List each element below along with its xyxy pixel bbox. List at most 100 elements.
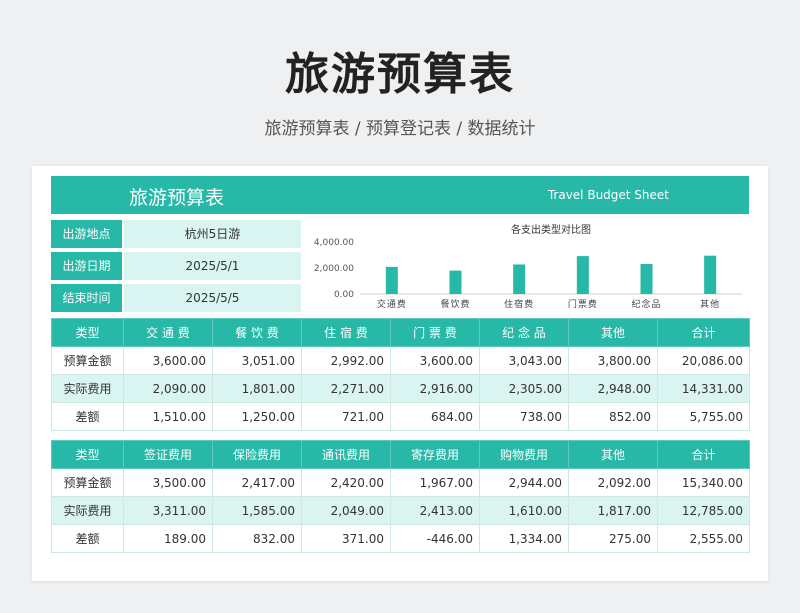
y-tick-label: 2,000.00 [314, 264, 354, 274]
banner-title-en: Travel Budget Sheet [547, 188, 669, 202]
table-cell[interactable]: 2,948.00 [568, 374, 658, 403]
column-header: 住 宿 费 [301, 318, 391, 347]
budget-table-1: 类型交 通 费餐 饮 费住 宿 费门 票 费纪 念 品其他 合计 预算金额 3,600… [51, 318, 750, 431]
chart-bar [385, 266, 398, 294]
column-header: 类型 [51, 440, 124, 469]
table-cell[interactable]: 2,992.00 [301, 346, 391, 375]
budget-table-2: 类型 签证费用 保险费用 通讯费用 寄存费用 购物费用 其他 合计 预算金额 3,500.00 2,… [51, 440, 750, 553]
table-row: 实际费用 2,090.00 1,801.00 2,271.00 2,916.00 2,30… [51, 374, 750, 403]
column-header: 交 通 费 [123, 318, 213, 347]
info-row-end-date: 结束时间 2025/5/5 [51, 284, 301, 312]
x-tick-label: 餐饮费 [440, 298, 470, 310]
info-label: 出游地点 [51, 220, 122, 248]
table-cell[interactable]: 15,340.00 [657, 468, 750, 497]
table-cell[interactable]: 189.00 [123, 524, 213, 553]
chart-bar [513, 264, 526, 294]
chart-bar [449, 270, 462, 294]
table-row: 预算金额 3,600.00 3,051.00 2,992.00 3,600.00 3,04… [51, 346, 750, 375]
info-value[interactable]: 杭州5日游 [124, 220, 301, 248]
row-label: 实际费用 [51, 496, 124, 525]
row-label: 差额 [51, 524, 124, 553]
table-cell[interactable]: 3,600.00 [390, 346, 480, 375]
column-header: 餐 饮 费 [212, 318, 302, 347]
table-cell[interactable]: 3,051.00 [212, 346, 302, 375]
table-cell[interactable]: 2,420.00 [301, 468, 391, 497]
table-cell[interactable]: 3,500.00 [123, 468, 213, 497]
row-label: 预算金额 [51, 346, 124, 375]
column-header: 签证费用 [123, 440, 213, 469]
table-cell[interactable]: 684.00 [390, 402, 480, 431]
page-subtitle: 旅游预算表 / 预算登记表 / 数据统计 [264, 119, 536, 139]
column-header: 其他 [568, 318, 658, 347]
y-tick-label: 0.00 [334, 290, 354, 300]
table-cell[interactable]: 738.00 [479, 402, 569, 431]
table-cell[interactable]: 3,600.00 [123, 346, 213, 375]
chart-bar [576, 256, 589, 294]
table-cell[interactable]: 832.00 [212, 524, 302, 553]
table-cell[interactable]: 2,413.00 [390, 496, 480, 525]
table-cell[interactable]: 721.00 [301, 402, 391, 431]
x-tick-label: 住宿费 [504, 298, 534, 310]
info-value[interactable]: 2025/5/5 [124, 284, 301, 312]
info-label: 出游日期 [51, 252, 122, 280]
column-header: 寄存费用 [390, 440, 480, 469]
table-cell[interactable]: 2,090.00 [123, 374, 213, 403]
y-tick-label: 4,000.00 [314, 238, 354, 248]
info-row-location: 出游地点 杭州5日游 [51, 220, 301, 248]
table-cell[interactable]: 20,086.00 [657, 346, 750, 375]
info-value[interactable]: 2025/5/1 [124, 252, 301, 280]
banner-title: 旅游预算表 [129, 187, 225, 209]
column-header: 门 票 费 [390, 318, 480, 347]
chart-bar [704, 255, 717, 294]
table-cell[interactable]: 3,311.00 [123, 496, 213, 525]
table-header-row: 类型 签证费用 保险费用 通讯费用 寄存费用 购物费用 其他 合计 [51, 440, 750, 469]
chart-title: 各支出类型对比图 [511, 223, 591, 236]
table-cell[interactable]: 371.00 [301, 524, 391, 553]
table-cell[interactable]: 1,967.00 [390, 468, 480, 497]
table-cell[interactable]: 1,510.00 [123, 402, 213, 431]
table-cell[interactable]: 1,610.00 [479, 496, 569, 525]
table-cell[interactable]: 2,417.00 [212, 468, 302, 497]
table-cell[interactable]: 275.00 [568, 524, 658, 553]
column-header: 类型 [51, 318, 124, 347]
table-header-row: 类型交 通 费餐 饮 费住 宿 费门 票 费纪 念 品其他 合计 [51, 318, 750, 347]
column-header: 通讯费用 [301, 440, 391, 469]
x-tick-label: 纪念品 [631, 298, 661, 310]
info-label: 结束时间 [51, 284, 122, 312]
table-cell[interactable]: 2,271.00 [301, 374, 391, 403]
table-cell[interactable]: 2,305.00 [479, 374, 569, 403]
sheet-banner: 旅游预算表 Travel Budget Sheet [51, 176, 749, 214]
table-cell[interactable]: 12,785.00 [657, 496, 750, 525]
column-header: 购物费用 [479, 440, 569, 469]
table-cell[interactable]: 2,092.00 [568, 468, 658, 497]
table-cell[interactable]: 2,944.00 [479, 468, 569, 497]
table-cell[interactable]: 1,817.00 [568, 496, 658, 525]
expense-comparison-chart: 各支出类型对比图 4,000.00 2,000.00 0.00 交通费 餐饮费 住宿费 门票费… [314, 223, 742, 310]
table-row: 差额 1,510.00 1,250.00 721.00 684.00 738.00 852.… [51, 402, 750, 431]
row-label: 差额 [51, 402, 124, 431]
x-tick-label: 门票费 [568, 298, 598, 310]
table-cell[interactable]: 3,043.00 [479, 346, 569, 375]
table-cell[interactable]: 2,049.00 [301, 496, 391, 525]
table-cell[interactable]: 1,334.00 [479, 524, 569, 553]
table-cell[interactable]: 1,585.00 [212, 496, 302, 525]
table-row: 差额 189.00 832.00 371.00 -446.00 1,334.00 275.0… [51, 524, 750, 553]
table-cell[interactable]: -446.00 [390, 524, 480, 553]
column-header: 合计 [657, 440, 750, 469]
table-cell[interactable]: 852.00 [568, 402, 658, 431]
table-cell[interactable]: 14,331.00 [657, 374, 750, 403]
table-cell[interactable]: 2,555.00 [657, 524, 750, 553]
column-header: 其他 [568, 440, 658, 469]
column-header: 纪 念 品 [479, 318, 569, 347]
table-cell[interactable]: 1,250.00 [212, 402, 302, 431]
table-cell[interactable]: 2,916.00 [390, 374, 480, 403]
table-cell[interactable]: 3,800.00 [568, 346, 658, 375]
row-label: 实际费用 [51, 374, 124, 403]
budget-sheet: 旅游预算表 Travel Budget Sheet 出游地点 杭州5日游 出游日… [32, 166, 768, 581]
table-row: 实际费用 3,311.00 1,585.00 2,049.00 2,413.00 1,61… [51, 496, 750, 525]
column-header: 合计 [657, 318, 750, 347]
row-label: 预算金额 [51, 468, 124, 497]
info-row-start-date: 出游日期 2025/5/1 [51, 252, 301, 280]
table-cell[interactable]: 1,801.00 [212, 374, 302, 403]
table-cell[interactable]: 5,755.00 [657, 402, 750, 431]
